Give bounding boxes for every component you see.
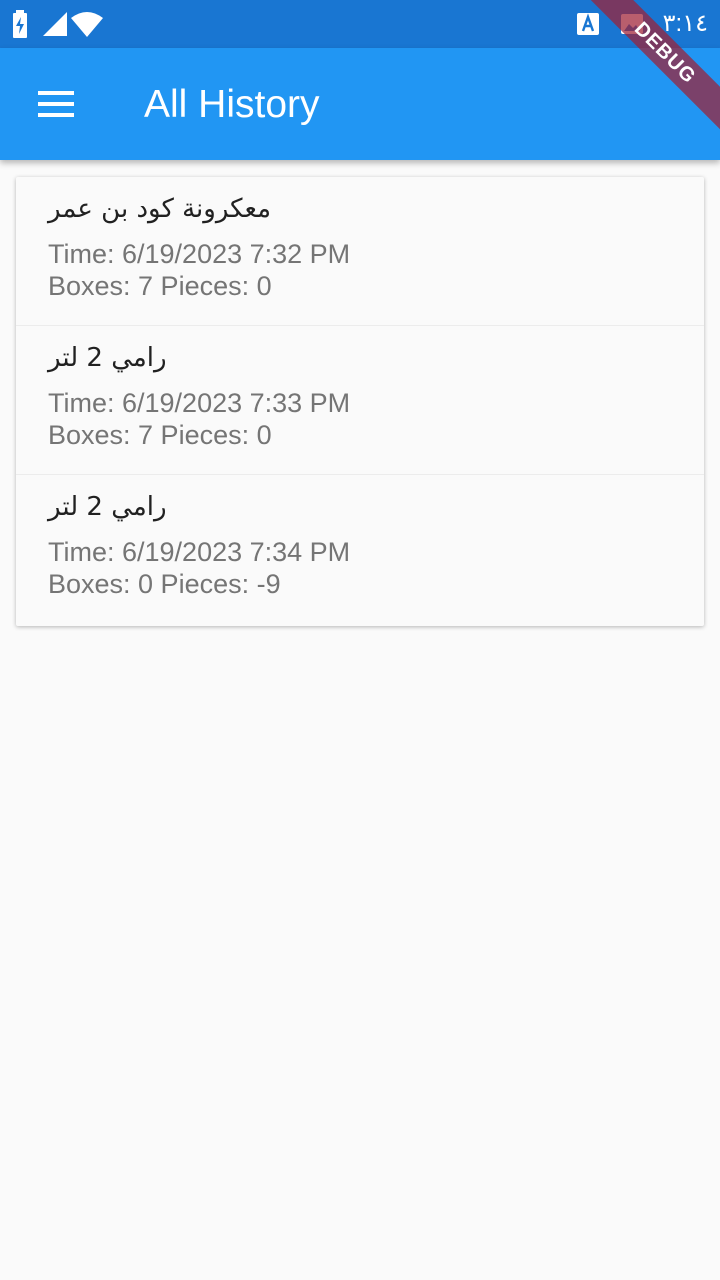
history-item-name: معكرونة كود بن عمر — [48, 194, 272, 224]
history-item-quantity: Boxes: 7 Pieces: 0 — [48, 420, 272, 450]
history-item-quantity: Boxes: 7 Pieces: 0 — [48, 271, 272, 301]
history-list: معكرونة كود بن عمر Time: 6/19/2023 7:32 … — [16, 177, 704, 626]
image-icon — [621, 14, 643, 34]
menu-button[interactable] — [20, 68, 92, 140]
page-title: All History — [144, 83, 320, 126]
status-bar: ٣:١٤ — [0, 0, 720, 48]
history-item[interactable]: معكرونة كود بن عمر Time: 6/19/2023 7:32 … — [16, 177, 704, 326]
app-bar: All History — [0, 48, 720, 160]
signal-icon — [43, 12, 67, 36]
keyboard-a-icon — [577, 13, 599, 35]
wifi-icon — [71, 12, 103, 37]
history-item[interactable]: رامي 2 لتر Time: 6/19/2023 7:33 PM Boxes… — [16, 326, 704, 475]
history-item[interactable]: رامي 2 لتر Time: 6/19/2023 7:34 PM Boxes… — [16, 475, 704, 626]
hamburger-menu-icon — [38, 91, 74, 117]
history-item-time: Time: 6/19/2023 7:32 PM — [48, 239, 351, 269]
history-item-name: رامي 2 لتر — [48, 343, 167, 373]
history-item-name: رامي 2 لتر — [48, 492, 167, 522]
battery-charging-icon — [13, 10, 27, 38]
status-clock: ٣:١٤ — [662, 10, 708, 37]
history-item-quantity: Boxes: 0 Pieces: -9 — [48, 569, 281, 599]
history-item-time: Time: 6/19/2023 7:33 PM — [48, 388, 351, 418]
history-item-time: Time: 6/19/2023 7:34 PM — [48, 537, 351, 567]
